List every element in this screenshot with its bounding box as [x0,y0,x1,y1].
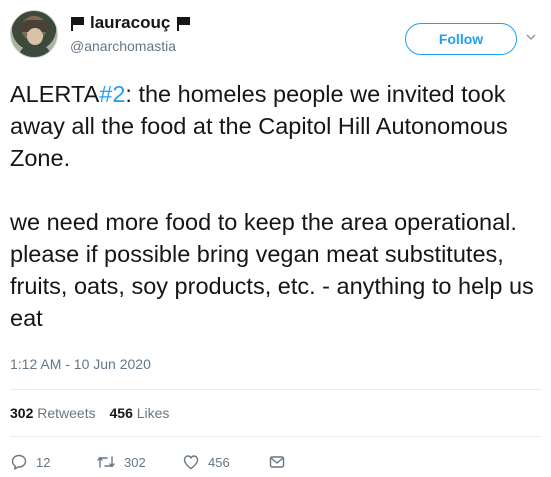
tweet-header: lauracouç @anarchomastia Follow [10,10,541,66]
follow-button[interactable]: Follow [405,23,517,55]
user-names: lauracouç @anarchomastia [70,12,191,54]
retweet-count: 302 [124,454,146,470]
like-button[interactable]: 456 [182,453,268,471]
reply-button[interactable]: 12 [10,453,96,471]
heart-icon [183,455,199,470]
divider [10,436,541,437]
retweets-label[interactable]: Retweets [37,405,95,421]
flag-icon [70,16,84,31]
reply-count: 12 [36,454,51,470]
message-icon [269,456,285,468]
like-count: 456 [208,454,230,470]
likes-count[interactable]: 456 [110,405,133,421]
flag-icon [176,16,191,31]
engagement-stats: 302 Retweets 456 Likes [10,405,169,421]
tweet-prefix: ALERTA [10,81,100,107]
reply-icon [11,454,27,470]
likes-label[interactable]: Likes [137,405,170,421]
chevron-down-icon[interactable] [526,32,536,42]
hashtag-link[interactable]: #2 [99,81,125,107]
retweets-count[interactable]: 302 [10,405,33,421]
divider [10,389,541,390]
retweet-button[interactable]: 302 [96,453,182,471]
avatar[interactable] [10,10,58,58]
tweet-timestamp[interactable]: 1:12 AM - 10 Jun 2020 [10,356,151,372]
direct-message-button[interactable] [268,453,286,471]
tweet-text: ALERTA#2: the homeles people we invited … [10,78,541,334]
display-name[interactable]: lauracouç [90,13,170,33]
retweet-icon [97,456,115,468]
action-bar: 12 302 456 [10,452,286,472]
tweet-paragraph-2: we need more food to keep the area opera… [10,209,534,331]
tweet-paragraph-1: ALERTA#2: the homeles people we invited … [10,78,541,174]
user-handle[interactable]: @anarchomastia [70,38,190,54]
